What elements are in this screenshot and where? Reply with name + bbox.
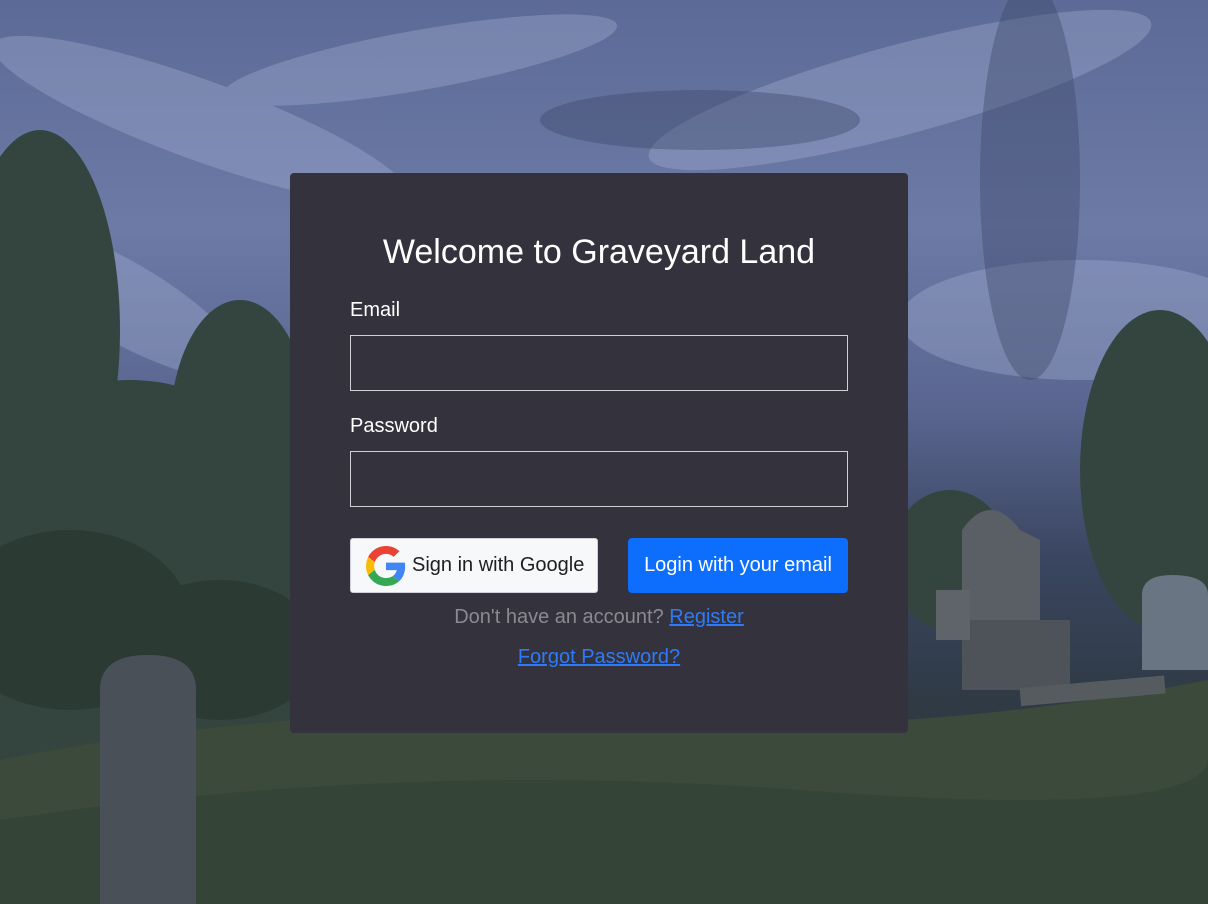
password-field[interactable] — [350, 451, 848, 507]
login-with-email-button[interactable]: Login with your email — [628, 538, 848, 593]
forgot-password-row: Forgot Password? — [290, 646, 908, 669]
password-label: Password — [350, 415, 438, 437]
register-prompt: Don't have an account? Register — [290, 606, 908, 629]
google-sign-in-button[interactable]: Sign in with Google — [350, 538, 598, 593]
google-g-icon — [366, 545, 406, 586]
register-link[interactable]: Register — [669, 606, 743, 628]
email-field[interactable] — [350, 335, 848, 391]
login-card: Welcome to Graveyard Land Email Password… — [290, 173, 908, 733]
email-label: Email — [350, 299, 401, 321]
register-prompt-text: Don't have an account? — [454, 606, 664, 628]
google-sign-in-label: Sign in with Google — [412, 554, 585, 576]
page-title: Welcome to Graveyard Land — [382, 233, 816, 271]
forgot-password-link[interactable]: Forgot Password? — [518, 646, 680, 668]
